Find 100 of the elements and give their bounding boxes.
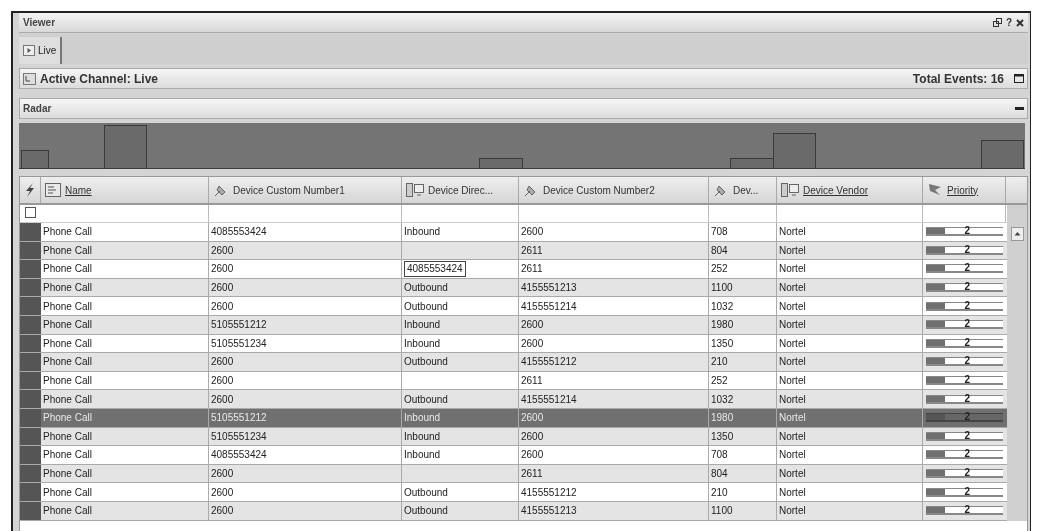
- table-cell-text: Outbound: [404, 485, 448, 500]
- table-cell-text: Phone Call: [43, 485, 92, 500]
- table-cell-text: 804: [711, 467, 728, 481]
- table-cell-text: 210: [711, 355, 728, 370]
- table-cell-text: 5105551234: [211, 336, 267, 351]
- table-cell-text: 1100: [711, 504, 733, 519]
- table-cell-text: Nortel: [779, 504, 806, 519]
- table-cell-text: Nortel: [779, 411, 806, 426]
- table-cell-text: 2600: [521, 448, 544, 463]
- column-header[interactable]: Name: [65, 182, 92, 198]
- table-cell-text: 4155551213: [521, 504, 577, 519]
- table-cell-text: 2600: [211, 262, 234, 277]
- table-cell-text: Phone Call: [43, 299, 92, 314]
- table-cell-text: 2600: [521, 225, 544, 240]
- table-cell-text: Nortel: [779, 374, 806, 389]
- table-cell-text: Inbound: [404, 448, 441, 463]
- column-header[interactable]: Device Direc...: [428, 182, 493, 198]
- table-cell-text: 1350: [711, 429, 734, 444]
- priority-value: 2: [964, 410, 971, 425]
- event-row[interactable]: Phone Call 4085553424 Inbound 2600 708 Nortel 2: [20, 446, 1007, 465]
- table-cell-text: Phone Call: [43, 318, 92, 333]
- live-tab[interactable]: Live: [19, 37, 63, 64]
- table-cell-text: 804: [711, 243, 728, 258]
- table-cell-text: 4085553424: [211, 448, 267, 463]
- table-cell-text: 2611: [521, 262, 543, 277]
- priority-value: 2: [964, 484, 971, 499]
- table-cell-text: Phone Call: [43, 262, 92, 277]
- table-cell-text: Nortel: [779, 336, 806, 351]
- table-cell-text: Inbound: [404, 225, 441, 240]
- table-cell-text: 4085553424: [211, 225, 267, 240]
- table-cell-text: Outbound: [404, 355, 448, 370]
- table-cell-text: Nortel: [779, 392, 806, 407]
- help-button[interactable]: ?: [1005, 15, 1012, 30]
- priority-value: 2: [964, 466, 971, 480]
- event-row[interactable]: Phone Call 2600 4085553424 2611 252 Nortel 2: [20, 260, 1007, 279]
- table-cell-text: Nortel: [779, 225, 806, 240]
- table-cell-text: 2600: [211, 243, 234, 258]
- table-cell-text: Inbound: [404, 336, 441, 351]
- radar-title: Radar: [23, 102, 52, 116]
- column-header[interactable]: Device Custom Number1: [233, 182, 345, 198]
- table-cell-text: Nortel: [779, 485, 806, 500]
- table-cell-text: 2600: [211, 355, 234, 370]
- priority-value: 2: [964, 224, 971, 239]
- table-cell-text: 4155551214: [521, 392, 577, 407]
- table-cell-text: 2600: [521, 429, 544, 444]
- table-cell-text: Nortel: [779, 448, 806, 463]
- event-row[interactable]: Phone Call 4085553424 Inbound 2600 708 Nortel 2: [20, 223, 1007, 242]
- table-cell-text: 2600: [211, 485, 234, 500]
- priority-value: 2: [964, 261, 971, 276]
- cell-edit-field[interactable]: 4085553424: [404, 261, 466, 277]
- table-cell-text: Phone Call: [43, 392, 92, 407]
- window-title: Viewer: [23, 16, 56, 30]
- table-cell-text: Nortel: [779, 262, 806, 277]
- table-cell-text: 1100: [711, 281, 733, 296]
- table-cell-text: Phone Call: [43, 243, 92, 258]
- column-header[interactable]: Device Custom Number2: [543, 182, 655, 198]
- table-cell-text: Phone Call: [43, 355, 92, 370]
- priority-value: 2: [964, 242, 971, 257]
- table-cell-text: 708: [711, 225, 728, 240]
- priority-value: 2: [964, 447, 971, 462]
- table-cell-text: 252: [711, 262, 728, 277]
- event-row[interactable]: Phone Call 2600 Outbound 4155551212 210 Nortel 2: [20, 483, 1007, 502]
- table-cell-text: 4155551212: [521, 485, 577, 500]
- priority-value: 2: [964, 317, 971, 332]
- table-cell-text: Nortel: [779, 299, 806, 314]
- table-cell-text: 2600: [211, 504, 234, 519]
- table-cell-text: 5105551212: [211, 318, 267, 333]
- table-cell-text: 1032: [711, 299, 734, 314]
- table-cell-text: Phone Call: [43, 225, 92, 240]
- table-cell-text: Phone Call: [43, 429, 92, 444]
- table-cell-text: Inbound: [404, 318, 441, 333]
- table-cell-text: Nortel: [779, 243, 806, 258]
- table-cell-text: 5105551212: [211, 411, 267, 426]
- table-cell-text: 2611: [521, 374, 543, 389]
- table-cell-text: Phone Call: [43, 448, 92, 463]
- table-cell-text: 1032: [711, 392, 734, 407]
- table-cell-text: 2600: [211, 281, 234, 296]
- table-cell-text: Outbound: [404, 504, 448, 519]
- table-cell-text: 1980: [711, 318, 734, 333]
- table-cell-text: 2600: [521, 336, 544, 351]
- table-cell-text: Phone Call: [43, 504, 92, 519]
- priority-value: 2: [964, 280, 971, 295]
- table-cell-text: Phone Call: [43, 281, 92, 296]
- total-events-label: Total Events: 16: [912, 70, 1004, 88]
- table-cell-text: Phone Call: [43, 411, 92, 426]
- priority-value: 2: [964, 428, 971, 443]
- table-cell-text: Nortel: [779, 281, 806, 296]
- column-header[interactable]: Priority: [947, 182, 979, 198]
- table-cell-text: Phone Call: [43, 467, 92, 481]
- table-cell-text: 4155551212: [521, 355, 577, 370]
- event-row[interactable]: Phone Call 2600 Outbound 4155551212 210 Nortel 2: [20, 353, 1007, 372]
- priority-value: 2: [964, 373, 971, 388]
- column-header[interactable]: Dev...: [733, 182, 759, 198]
- table-cell-text: 2611: [521, 243, 543, 258]
- event-row[interactable]: Phone Call 2600 Outbound 4155551214 1032 Nortel 2: [20, 390, 1007, 409]
- event-row[interactable]: Phone Call 2600 Outbound 4155551214 1032 Nortel 2: [20, 297, 1007, 316]
- priority-value: 2: [964, 391, 971, 406]
- column-header[interactable]: Device Vendor: [803, 182, 869, 198]
- priority-value: 2: [964, 298, 971, 313]
- table-cell-text: Inbound: [404, 429, 441, 444]
